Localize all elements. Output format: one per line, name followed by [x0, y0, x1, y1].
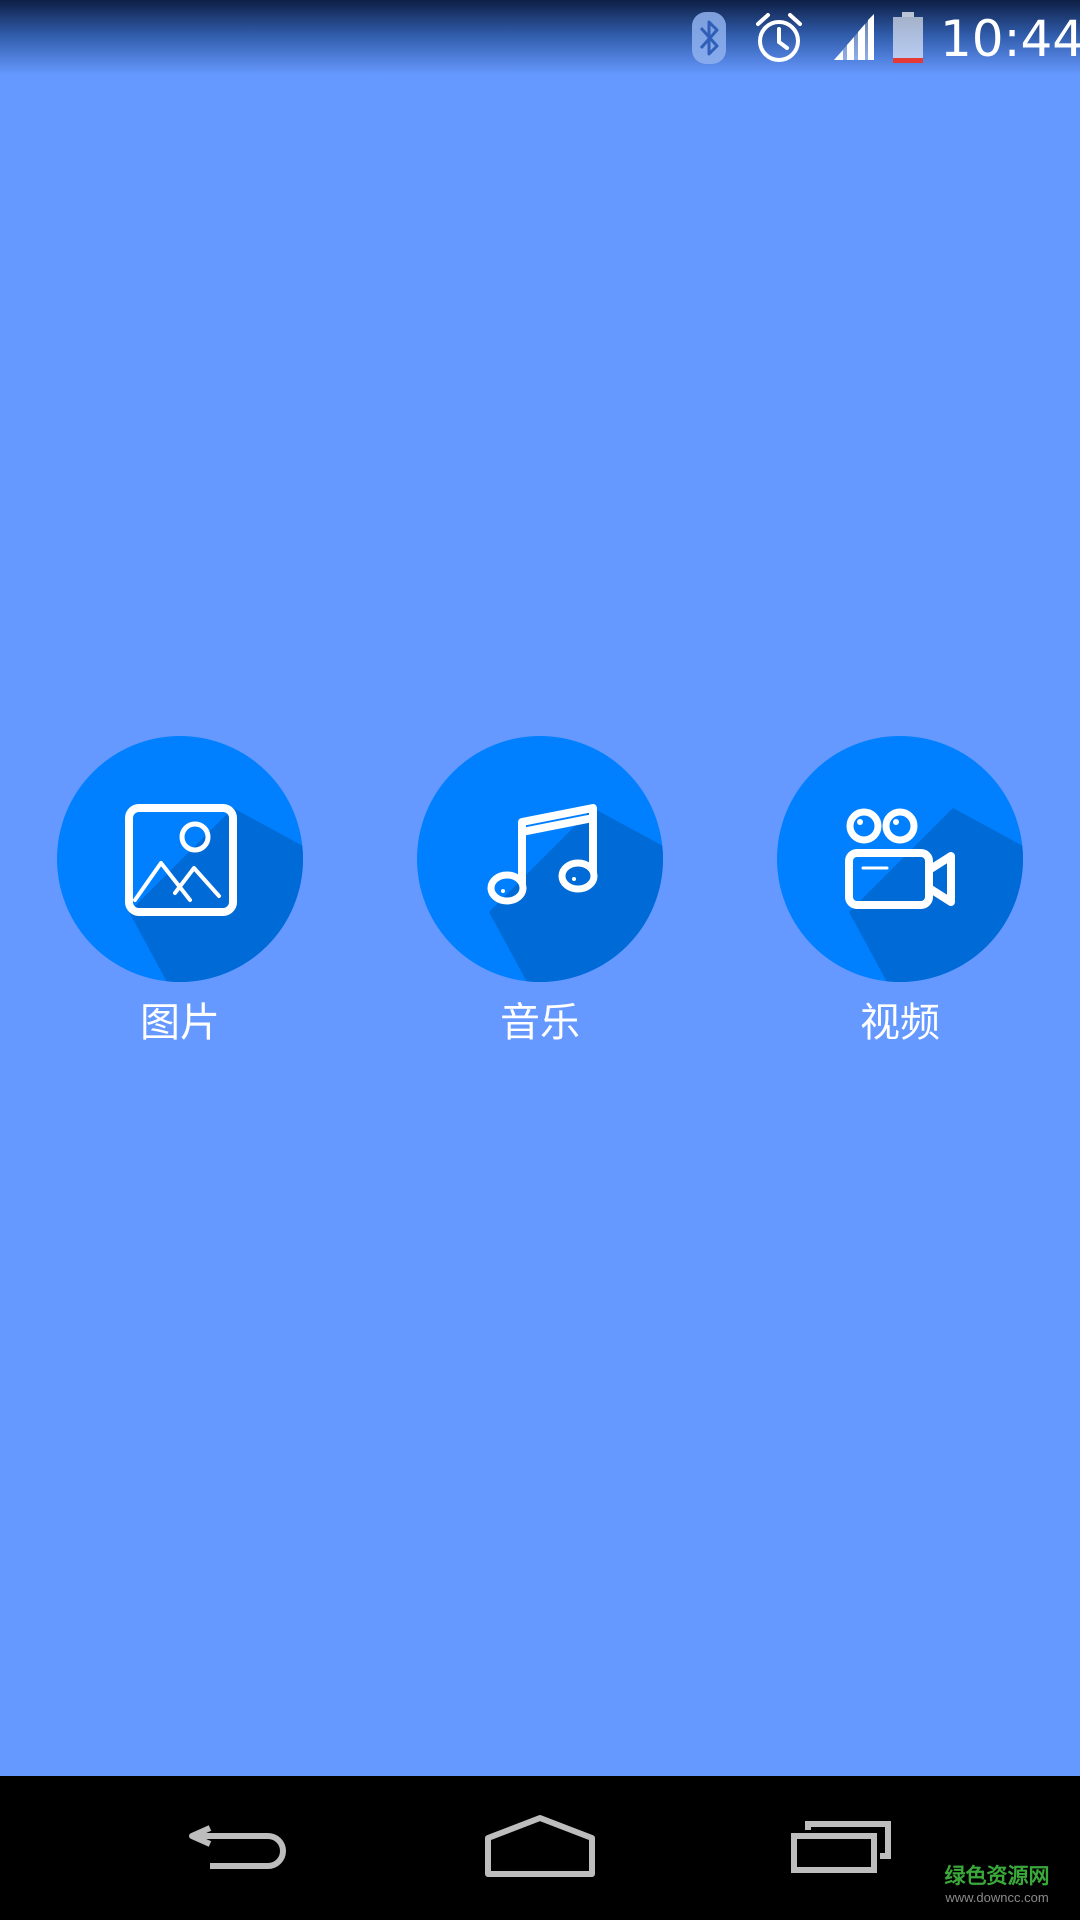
watermark: 绿色资源网 www.downcc.com: [932, 1864, 1062, 1906]
photos-label: 图片: [140, 1000, 220, 1046]
image-icon: [125, 804, 303, 982]
videos-label: 视频: [860, 1000, 940, 1046]
videos-button[interactable]: 视频: [775, 736, 1025, 1056]
video-camera-icon: [845, 808, 1023, 982]
videos-circle: [777, 736, 1023, 982]
watermark-title: 绿色资源网: [944, 1865, 1050, 1888]
recent-apps-icon[interactable]: [780, 1806, 900, 1886]
home-icon[interactable]: [480, 1806, 600, 1886]
photos-button[interactable]: 图片: [55, 736, 305, 1056]
navigation-bar: 绿色资源网 www.downcc.com: [0, 1776, 1080, 1920]
music-label: 音乐: [500, 1000, 580, 1046]
bluetooth-icon: [692, 12, 726, 64]
music-circle: [417, 736, 663, 982]
photos-circle: [57, 736, 303, 982]
signal-icon: [834, 14, 874, 60]
media-menu: 图片 音乐 视频: [0, 736, 1080, 1056]
music-note-icon: [487, 804, 663, 982]
status-bar-clock: 10:44: [940, 10, 1080, 68]
status-bar: 10:44: [0, 0, 1080, 75]
alarm-icon: [756, 13, 802, 62]
battery-icon: [893, 12, 923, 63]
watermark-url: www.downcc.com: [945, 1890, 1049, 1905]
music-button[interactable]: 音乐: [415, 736, 665, 1056]
back-icon[interactable]: [180, 1806, 300, 1886]
